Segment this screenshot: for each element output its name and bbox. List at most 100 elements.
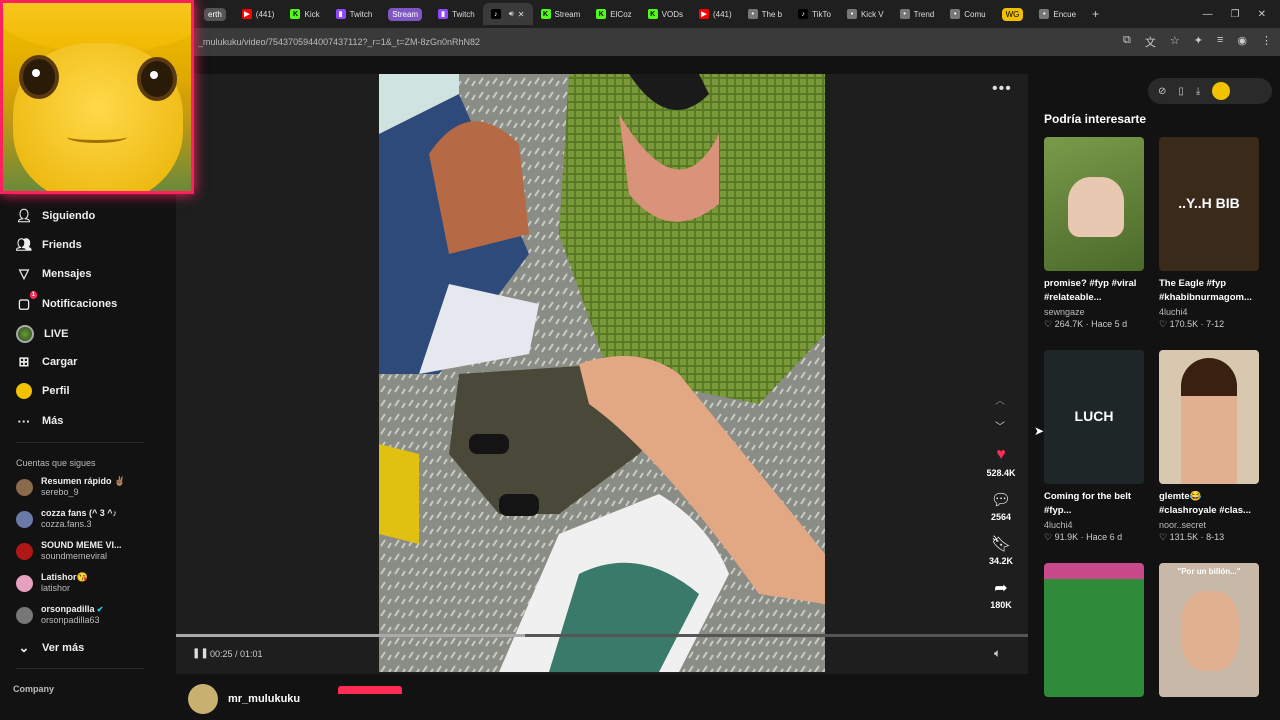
sidebar-item-siguiendo[interactable]: 👤︎ Siguiendo — [16, 208, 95, 224]
video-thumbnail[interactable] — [1044, 137, 1144, 271]
sidebar-item-friends[interactable]: 👥︎ Friends — [16, 237, 82, 253]
video-thumbnail[interactable]: LUCH — [1044, 350, 1144, 484]
browser-tab[interactable]: erth — [196, 3, 234, 25]
video-title[interactable]: promise? #fyp #viral #relateable... — [1044, 277, 1144, 305]
see-more-button[interactable]: ⌄ Ver más — [16, 640, 85, 656]
account-avatar — [16, 542, 33, 560]
video-thumbnail[interactable] — [1159, 350, 1259, 484]
browser-tab[interactable]: ▶ (441) — [234, 3, 283, 25]
tab-label: Trend — [913, 9, 935, 19]
video-author[interactable]: noor..secret — [1159, 520, 1259, 530]
browser-tab[interactable]: K Stream — [533, 3, 589, 25]
progress-bar[interactable] — [176, 634, 1028, 637]
browser-tab[interactable]: ▶ (441) — [691, 3, 740, 25]
friends-icon: 👥︎ — [15, 237, 33, 252]
new-tab-button[interactable]: + — [1084, 7, 1107, 21]
followed-account[interactable]: Latishor😘 latishor — [16, 572, 88, 594]
followed-account[interactable]: orsonpadilla ✔ orsonpadilla63 — [16, 604, 103, 626]
extensions-icon[interactable]: ✦ — [1194, 34, 1203, 50]
next-video-icon[interactable]: ﹀ — [995, 418, 1005, 433]
media-icon[interactable]: ≡ — [1217, 34, 1223, 50]
notification-badge: 1 — [29, 291, 37, 299]
generic-icon: • — [747, 9, 758, 19]
close-window-icon[interactable]: ✕ — [1258, 9, 1266, 20]
menu-kebab-icon[interactable]: ⋮ — [1261, 34, 1272, 50]
recommended-video-card[interactable]: "Por un billón..." — [1159, 563, 1259, 697]
recommended-video-card[interactable] — [1044, 563, 1144, 697]
browser-tab[interactable]: • Trend — [892, 3, 943, 25]
browser-tab[interactable]: K ElCoz — [588, 3, 639, 25]
browser-tab[interactable]: • Comu — [942, 3, 993, 25]
tab-strip: erth ▶ (441) K Kick ▮ Twitch Stream ▮ Twitch ♪ 🔊︎ ✕ K… — [196, 3, 1084, 25]
follow-button[interactable] — [338, 686, 402, 694]
video-frame[interactable] — [379, 74, 825, 672]
install-icon[interactable]: ⧉ — [1123, 34, 1131, 50]
account-handle: serebo_9 — [41, 487, 79, 497]
device-icon[interactable]: ▯ — [1178, 86, 1184, 97]
download-icon[interactable]: ⤓ — [1196, 86, 1200, 97]
followed-account[interactable]: SOUND MEME VI... soundmemeviral — [16, 540, 122, 562]
browser-tab[interactable]: Stream — [380, 3, 430, 25]
followed-account[interactable]: cozza fans (^ 3 ^♪ cozza.fans.3 — [16, 508, 117, 530]
sidebar-item-notificaciones[interactable]: ▢ 1 Notificaciones — [16, 291, 117, 312]
browser-tab[interactable]: • Encue — [1031, 3, 1084, 25]
share-action[interactable]: ➦ 180K — [978, 578, 1024, 610]
author-name[interactable]: mr_mulukuku — [228, 693, 300, 705]
browser-tab[interactable]: • The b — [740, 3, 790, 25]
comment-action[interactable]: 💬︎ 2564 — [978, 490, 1024, 522]
save-action[interactable]: 🔖︎ 34.2K — [978, 534, 1024, 566]
browser-tab[interactable]: ▮ Twitch — [430, 3, 483, 25]
recommended-video-card[interactable]: promise? #fyp #viral #relateable... sewng… — [1044, 137, 1144, 330]
video-title[interactable]: Coming for the belt #fyp... — [1044, 490, 1144, 518]
profile-icon[interactable]: ◉ — [1237, 34, 1247, 50]
tiktok-video-page: erth ▶ (441) K Kick ▮ Twitch Stream ▮ Twitch ♪ 🔊︎ ✕ K… — [0, 0, 1280, 720]
previous-video-icon[interactable]: ︿ — [995, 392, 1005, 407]
pause-icon[interactable]: ❚❚ — [192, 648, 209, 659]
video-player[interactable]: ••• ︿ ﹀ ♥ 528.4K 💬︎ 2564 🔖︎ 34.2K ➦ 180K ❚❚ 00:… — [176, 74, 1028, 674]
recommended-video-card[interactable]: glemte😂 #clashroyale #clas... noor..secre… — [1159, 350, 1259, 543]
url-text[interactable]: _mulukuku/video/7543705944007437112?_r=1… — [198, 37, 480, 47]
tab-label: (441) — [255, 9, 275, 19]
browser-tab[interactable]: ▮ Twitch — [328, 3, 381, 25]
comment-icon: 💬︎ — [990, 492, 1012, 509]
video-thumbnail[interactable] — [1044, 563, 1144, 697]
recommended-video-card[interactable]: ..Y..H BIB The Eagle #fyp #khabibnurmagom… — [1159, 137, 1259, 330]
translate-icon[interactable]: 文 — [1145, 34, 1156, 50]
bookmark-star-icon[interactable]: ☆ — [1170, 34, 1180, 50]
shoe-shape — [499, 494, 539, 516]
browser-tab[interactable]: ♪ TikTo — [790, 3, 839, 25]
browser-tab[interactable]: ♪ 🔊︎ ✕ — [482, 3, 533, 25]
video-thumbnail[interactable]: ..Y..H BIB — [1159, 137, 1259, 271]
audio-icon[interactable]: 🔊︎ — [509, 9, 514, 19]
volume-icon[interactable]: 🔈︎ — [994, 646, 1001, 661]
minimize-icon[interactable]: — — [1203, 9, 1213, 20]
like-action[interactable]: ♥ 528.4K — [978, 446, 1024, 478]
sidebar-item-más[interactable]: ··· Más — [16, 413, 64, 429]
sidebar-item-live[interactable]: LIVE — [16, 325, 68, 343]
coins-icon[interactable]: ⊘ — [1158, 86, 1166, 97]
video-stats: ♡ 131.5K · 8-13 — [1159, 532, 1225, 542]
sidebar-item-perfil[interactable]: Perfil — [16, 383, 70, 399]
company-link[interactable]: Company — [13, 684, 54, 694]
author-avatar[interactable] — [188, 684, 218, 714]
browser-tab[interactable]: K Kick — [282, 3, 327, 25]
more-options-icon[interactable]: ••• — [992, 80, 1012, 98]
kick-icon: K — [540, 9, 551, 19]
video-author[interactable]: 4luchi4 — [1044, 520, 1144, 530]
video-title[interactable]: The Eagle #fyp #khabibnurmagom... — [1159, 277, 1259, 305]
tab-label: erth — [204, 7, 226, 21]
close-tab-icon[interactable]: ✕ — [518, 10, 525, 19]
user-avatar[interactable] — [1212, 82, 1231, 100]
video-thumbnail[interactable]: "Por un billón..." — [1159, 563, 1259, 697]
maximize-icon[interactable]: ❐ — [1231, 9, 1240, 20]
browser-tab[interactable]: WG — [994, 3, 1032, 25]
browser-tab[interactable]: • Kick V — [839, 3, 892, 25]
video-author[interactable]: 4luchi4 — [1159, 307, 1259, 317]
followed-account[interactable]: Resumen rápido ✌🏽 serebo_9 — [16, 476, 125, 498]
video-author[interactable]: sewngaze — [1044, 307, 1144, 317]
recommended-video-card[interactable]: LUCH Coming for the belt #fyp... 4luchi4 ♡ … — [1044, 350, 1144, 543]
browser-tab[interactable]: K VODs — [640, 3, 691, 25]
video-title[interactable]: glemte😂 #clashroyale #clas... — [1159, 490, 1259, 518]
sidebar-item-mensajes[interactable]: ▽ Mensajes — [16, 266, 92, 282]
sidebar-item-cargar[interactable]: ⊞ Cargar — [16, 354, 78, 370]
